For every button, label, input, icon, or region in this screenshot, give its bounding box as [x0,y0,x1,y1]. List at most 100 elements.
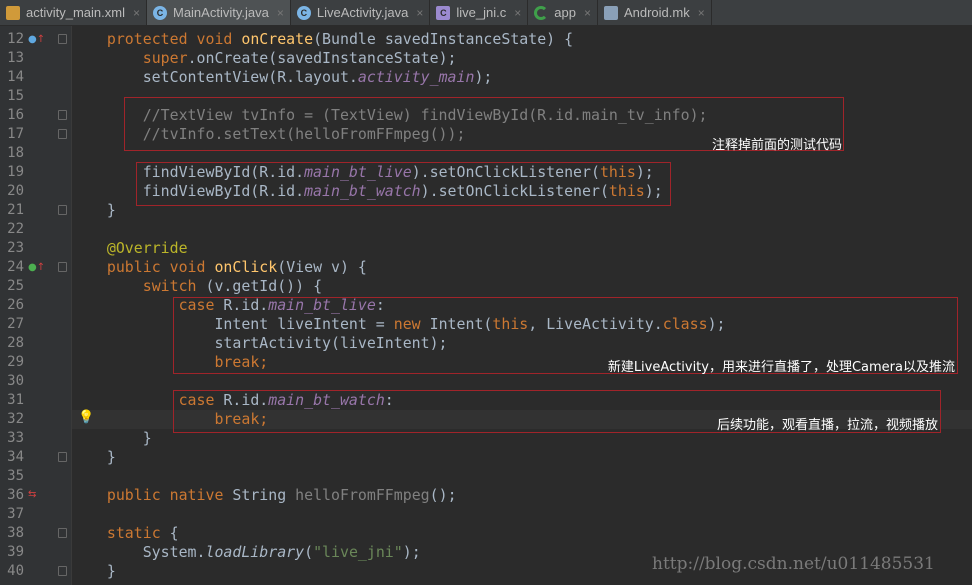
line-number: 38 [7,525,24,541]
code-token: } [71,201,116,219]
fold-marker-icon[interactable] [58,205,67,215]
code-token: System. [71,543,206,561]
fold-marker-icon[interactable] [58,110,67,120]
tab-android-mk[interactable]: Android.mk × [598,0,712,25]
code-token: public native [106,486,233,504]
close-icon[interactable]: × [698,6,705,20]
code-line: super.onCreate(savedInstanceState); [71,49,457,68]
tab-label: Android.mk [623,5,690,20]
annotation-comment-out: 注释掉前面的测试代码 [711,138,842,153]
code-token: ); [402,543,421,561]
tab-label: app [554,5,576,20]
native-method-icon[interactable]: ⇆ [28,489,36,500]
annotation-live-activity: 新建LiveActivity，用来进行直播了，处理Camera以及推流 [607,360,955,375]
code-line: switch (v.getId()) { [71,277,322,296]
code-token: "live_jni" [313,543,403,561]
makefile-icon [603,5,618,20]
c-file-icon: C [436,5,451,20]
code-token: ); [474,68,493,86]
tab-app[interactable]: app × [528,0,598,25]
code-line: public native String helloFromFFmpeg(); [71,486,457,505]
code-line: public void onClick(View v) { [71,258,367,277]
line-number: 29 [7,354,24,370]
fold-marker-icon[interactable] [58,452,67,462]
line-number: 20 [7,183,24,199]
line-number: 15 [7,88,24,104]
code-line: System.loadLibrary("live_jni"); [71,543,421,562]
line-number-gutter: 12 13 14 15 16 17 18 19 20 21 22 23 24 25 26 27 28 29 30 31… [0,26,72,585]
override-method-icon[interactable]: ●↑ [28,34,45,45]
code-token: helloFromFFmpeg [295,486,430,504]
line-number: 16 [7,107,24,123]
highlight-box-listeners [136,162,671,206]
close-icon[interactable]: × [416,6,423,20]
code-token: (View v) { [277,258,367,276]
close-icon[interactable]: × [514,6,521,20]
line-number: 14 [7,69,24,85]
code-token: } [71,562,116,580]
line-number: 17 [7,126,24,142]
tab-live-jni-c[interactable]: Clive_jni.c × [430,0,529,25]
close-icon[interactable]: × [133,6,140,20]
code-line: @Override [71,239,188,258]
tab-liveactivity-java[interactable]: C LiveActivity.java × [291,0,431,25]
editor-tab-bar: activity_main.xml × C MainActivity.java × C Li… [0,0,972,26]
fold-marker-icon[interactable] [58,34,67,44]
implement-method-icon[interactable]: ●↑ [28,262,45,273]
code-token: } [71,448,116,466]
code-line: setContentView(R.layout.activity_main); [71,68,493,87]
line-number: 27 [7,316,24,332]
line-number: 30 [7,373,24,389]
code-token: activity_main [357,68,475,86]
code-line: } [71,448,116,467]
tab-label: activity_main.xml [26,5,125,20]
tab-label: LiveActivity.java [316,5,409,20]
close-icon[interactable]: × [277,6,284,20]
line-number: 31 [7,392,24,408]
tab-label: MainActivity.java [172,5,269,20]
line-number: 32 [7,411,24,427]
java-class-icon: C [152,5,167,20]
watermark: http://blog.csdn.net/u011485531 [652,554,935,574]
annotation-watch-feature: 后续功能，观看直播，拉流，视频播放 [716,418,938,433]
fold-marker-icon[interactable] [58,528,67,538]
line-number: 40 [7,563,24,579]
gradle-module-icon [534,5,549,20]
code-token: protected void [106,30,242,48]
code-token: String [232,486,296,504]
fold-marker-icon[interactable] [58,262,67,272]
xml-file-icon [6,5,20,20]
code-token: (v.getId()) { [205,277,323,295]
code-token: } [71,429,152,447]
tab-mainactivity-java[interactable]: C MainActivity.java × [146,0,291,25]
code-token: onCreate [241,30,314,48]
line-number: 23 [7,240,24,256]
code-token: super [142,49,188,67]
close-icon[interactable]: × [584,6,591,20]
line-number: 36 [7,487,24,503]
code-token: (Bundle savedInstanceState) { [313,30,574,48]
lightbulb-icon[interactable]: 💡 [78,410,94,425]
code-line: } [71,562,116,581]
line-number: 35 [7,468,24,484]
line-number: 26 [7,297,24,313]
code-token: @Override [106,239,188,257]
line-number: 28 [7,335,24,351]
line-number: 25 [7,278,24,294]
line-number: 13 [7,50,24,66]
fold-marker-icon[interactable] [58,566,67,576]
code-token: loadLibrary [205,543,305,561]
tab-activity-main-xml[interactable]: activity_main.xml × [0,0,147,25]
code-token: .onCreate(savedInstanceState); [187,49,457,67]
line-number: 37 [7,506,24,522]
fold-marker-icon[interactable] [58,129,67,139]
line-number: 21 [7,202,24,218]
